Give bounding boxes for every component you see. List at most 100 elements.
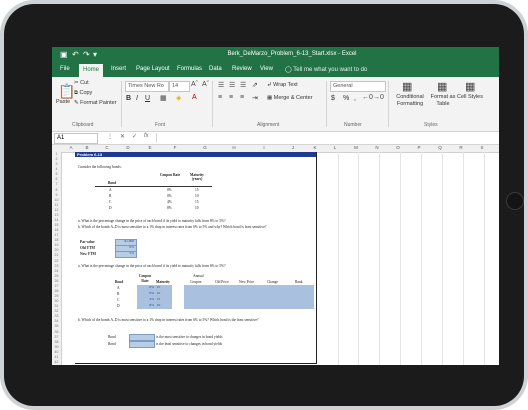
- tab-view[interactable]: View: [260, 66, 273, 72]
- column-header[interactable]: M: [351, 145, 361, 150]
- row-header[interactable]: 30: [52, 299, 61, 303]
- tab-review[interactable]: Review: [232, 66, 252, 72]
- conditional-formatting-button[interactable]: Conditional Formatting: [391, 94, 429, 108]
- column-header[interactable]: L: [330, 145, 340, 150]
- formula-input[interactable]: [156, 133, 497, 142]
- row-header[interactable]: 4: [52, 167, 61, 171]
- row-header[interactable]: 7: [52, 182, 61, 186]
- underline-button[interactable]: U: [145, 95, 150, 102]
- tab-page-layout[interactable]: Page Layout: [136, 66, 170, 72]
- enter-icon[interactable]: ✓: [132, 133, 137, 140]
- tab-data[interactable]: Data: [209, 66, 222, 72]
- column-header[interactable]: I: [259, 145, 269, 150]
- row-header[interactable]: 20: [52, 248, 61, 252]
- align-left-icon[interactable]: ≡: [218, 94, 222, 101]
- row-header[interactable]: 36: [52, 330, 61, 334]
- calc-output-block[interactable]: [184, 285, 314, 309]
- column-header[interactable]: E: [145, 145, 155, 150]
- save-icon[interactable]: ▣: [60, 50, 68, 59]
- font-size-select[interactable]: 14: [169, 81, 190, 92]
- row-header[interactable]: 17: [52, 233, 61, 237]
- row-header[interactable]: 13: [52, 213, 61, 217]
- column-header[interactable]: K: [310, 145, 320, 150]
- number-format-select[interactable]: General: [330, 81, 386, 92]
- paste-button[interactable]: Paste: [56, 99, 70, 105]
- tab-insert[interactable]: Insert: [111, 66, 126, 72]
- column-header[interactable]: P: [414, 145, 424, 150]
- font-name-select[interactable]: Times New Ro: [125, 81, 169, 92]
- row-header[interactable]: 31: [52, 304, 61, 308]
- indent-icon[interactable]: ⇥: [252, 94, 258, 102]
- row-header[interactable]: 42: [52, 360, 61, 364]
- column-header[interactable]: N: [372, 145, 382, 150]
- row-header[interactable]: 24: [52, 269, 61, 273]
- insert-function-button[interactable]: fx: [144, 133, 149, 139]
- name-box[interactable]: A1: [54, 133, 98, 144]
- column-header[interactable]: C: [102, 145, 112, 150]
- row-header[interactable]: 32: [52, 309, 61, 313]
- row-header[interactable]: 16: [52, 228, 61, 232]
- paste-icon[interactable]: 📋: [58, 83, 75, 100]
- align-middle-icon[interactable]: ☰: [229, 81, 235, 89]
- column-header[interactable]: B: [82, 145, 92, 150]
- font-color-icon[interactable]: A: [192, 94, 197, 101]
- orientation-icon[interactable]: ⇗: [252, 81, 258, 89]
- redo-icon[interactable]: ↷: [83, 50, 90, 59]
- cancel-icon[interactable]: ✕: [120, 133, 125, 140]
- format-as-table-button[interactable]: Format as Table: [428, 94, 458, 108]
- least-sensitive-bond-input[interactable]: [129, 341, 155, 348]
- tell-me-search[interactable]: ◯ Tell me what you want to do: [285, 66, 367, 73]
- row-header[interactable]: 2: [52, 157, 61, 161]
- row-header[interactable]: 27: [52, 284, 61, 288]
- conditional-formatting-icon[interactable]: ▦: [402, 80, 412, 93]
- italic-button[interactable]: I: [136, 95, 138, 102]
- column-header[interactable]: Q: [435, 145, 445, 150]
- row-header[interactable]: 29: [52, 294, 61, 298]
- tab-file[interactable]: File: [60, 66, 70, 72]
- align-top-icon[interactable]: ☰: [218, 81, 224, 89]
- percent-button[interactable]: %: [343, 95, 349, 102]
- row-header[interactable]: 3: [52, 162, 61, 166]
- align-bottom-icon[interactable]: ☰: [240, 81, 246, 89]
- column-header[interactable]: S: [477, 145, 487, 150]
- copy-button[interactable]: ⧉ Copy: [74, 90, 92, 97]
- decrease-decimal-icon[interactable]: →0: [373, 94, 384, 101]
- row-header[interactable]: 14: [52, 218, 61, 222]
- row-header[interactable]: 33: [52, 314, 61, 318]
- align-right-icon[interactable]: ≡: [240, 94, 244, 101]
- row-header[interactable]: 28: [52, 289, 61, 293]
- row-header[interactable]: 5: [52, 172, 61, 176]
- column-header[interactable]: J: [288, 145, 298, 150]
- column-header[interactable]: G: [200, 145, 210, 150]
- customize-toolbar-icon[interactable]: ▾: [93, 50, 97, 59]
- column-header[interactable]: D: [123, 145, 133, 150]
- row-header[interactable]: 1: [52, 152, 61, 156]
- tab-home[interactable]: Home: [79, 64, 104, 77]
- row-header[interactable]: 11: [52, 203, 61, 207]
- home-button[interactable]: [506, 192, 524, 210]
- row-header[interactable]: 26: [52, 279, 61, 283]
- row-header[interactable]: 9: [52, 193, 61, 197]
- fill-color-icon[interactable]: ◈: [176, 94, 181, 102]
- increase-font-icon[interactable]: Aˆ: [191, 81, 198, 88]
- row-header[interactable]: 22: [52, 259, 61, 263]
- cell-styles-icon[interactable]: ▦: [465, 80, 475, 93]
- row-header[interactable]: 35: [52, 324, 61, 328]
- row-header[interactable]: 38: [52, 340, 61, 344]
- borders-icon[interactable]: ▦: [160, 94, 167, 102]
- format-as-table-icon[interactable]: ▦: [437, 80, 447, 93]
- row-header[interactable]: 10: [52, 198, 61, 202]
- wrap-text-button[interactable]: ↲ Wrap Text: [267, 82, 298, 88]
- format-painter-button[interactable]: ✎ Format Painter: [74, 100, 117, 106]
- row-header[interactable]: 40: [52, 350, 61, 354]
- cell-styles-button[interactable]: Cell Styles: [457, 94, 483, 101]
- undo-icon[interactable]: ↶: [72, 50, 79, 59]
- comma-button[interactable]: ,: [354, 95, 356, 102]
- row-header[interactable]: 23: [52, 264, 61, 268]
- row-header[interactable]: 39: [52, 345, 61, 349]
- column-header[interactable]: F: [170, 145, 180, 150]
- row-header[interactable]: 12: [52, 208, 61, 212]
- row-header[interactable]: 34: [52, 319, 61, 323]
- row-header[interactable]: 25: [52, 274, 61, 278]
- bold-button[interactable]: B: [126, 95, 131, 102]
